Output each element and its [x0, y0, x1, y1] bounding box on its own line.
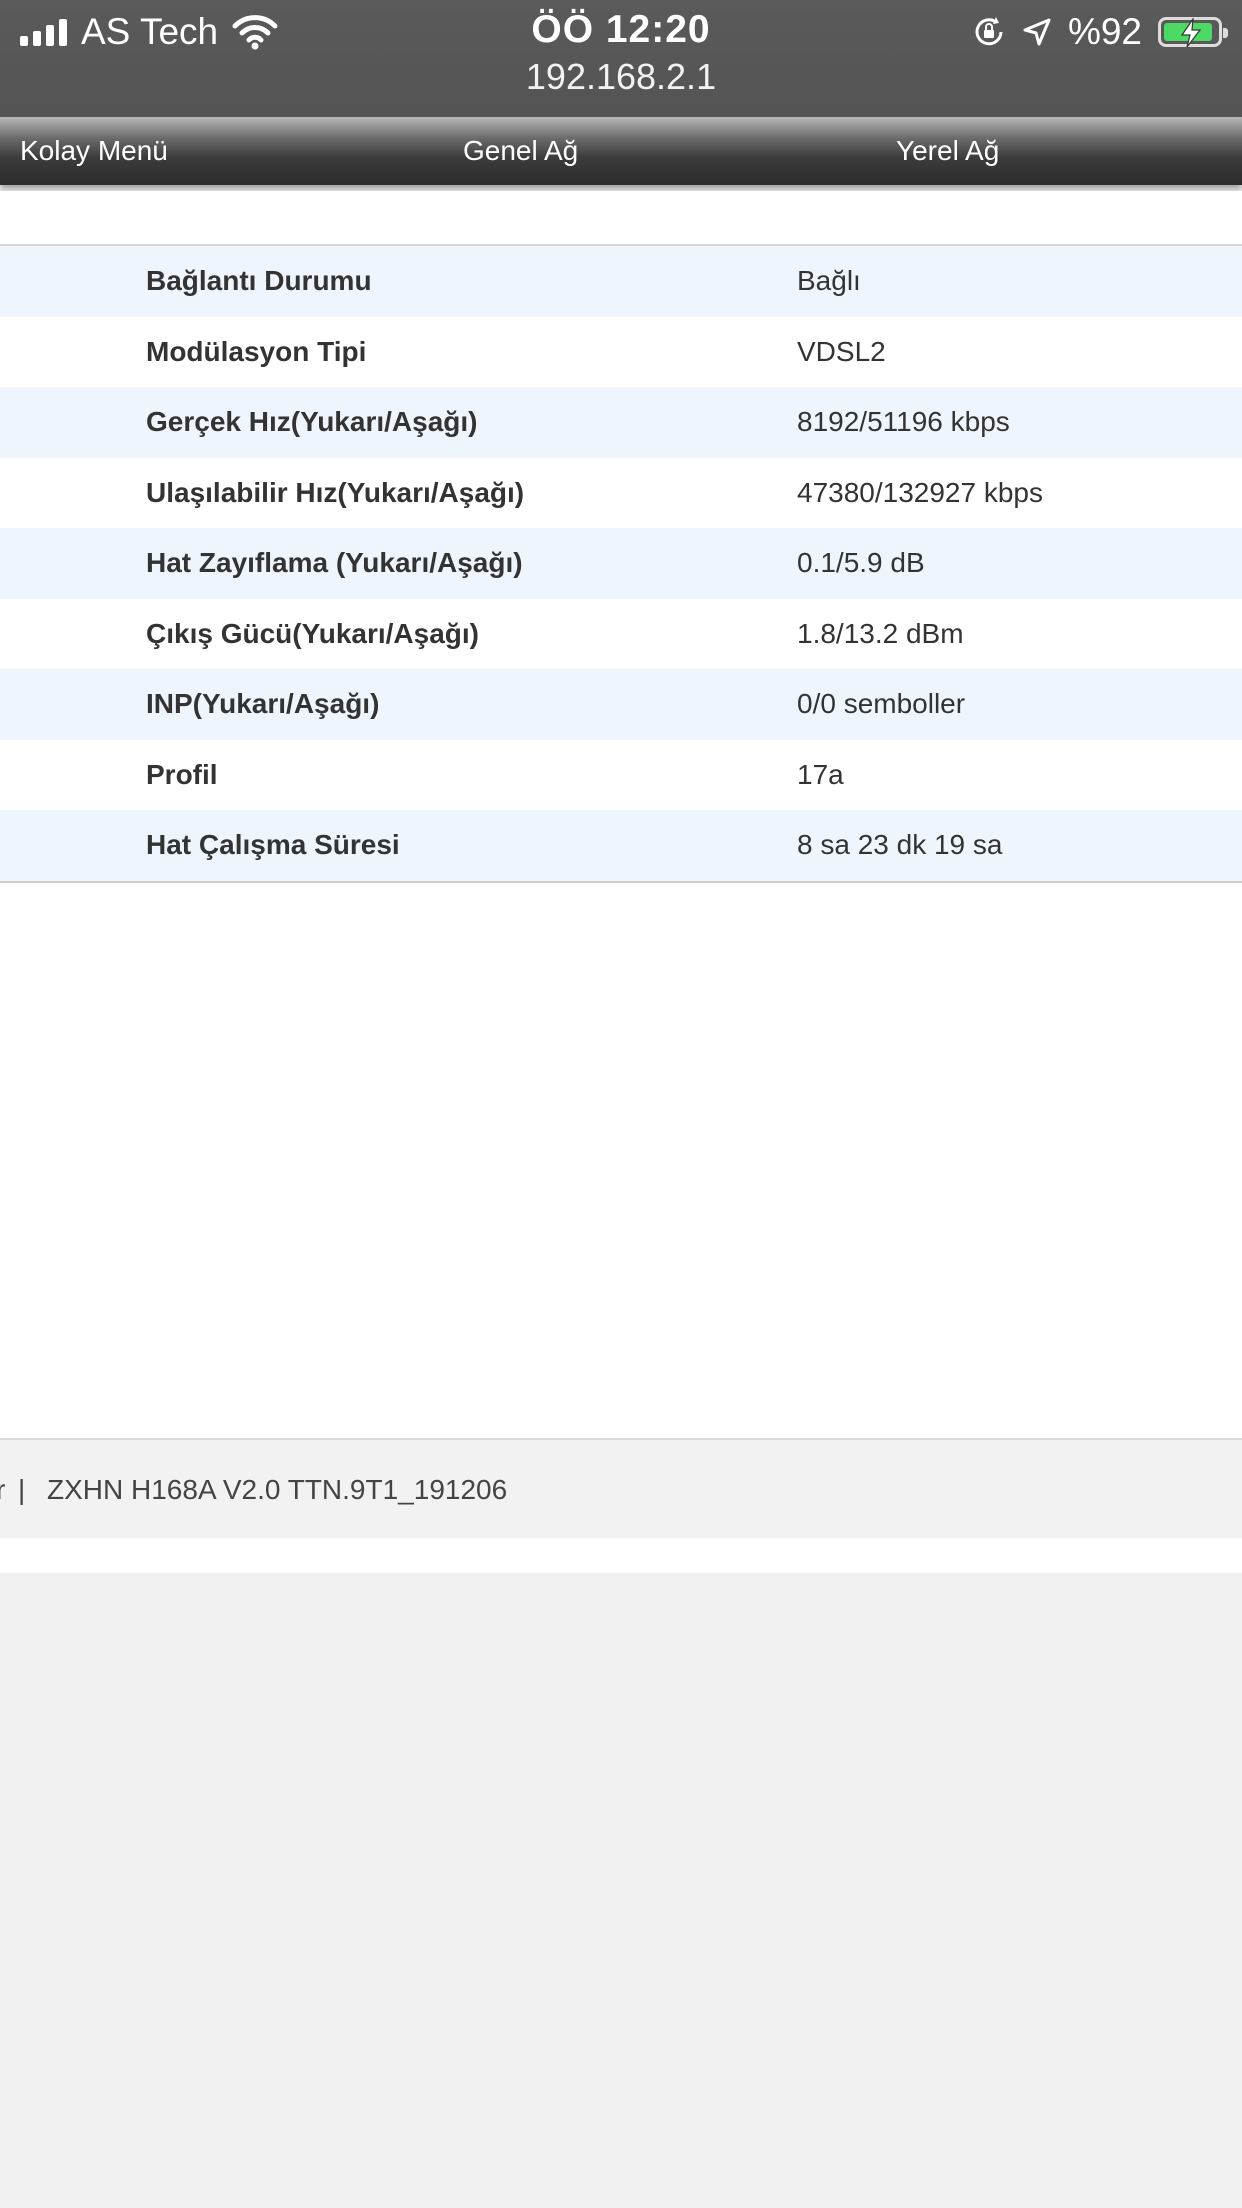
row-label: Bağlantı Durumu — [146, 265, 372, 296]
status-right: %92 — [972, 10, 1228, 54]
row-label: INP(Yukarı/Aşağı) — [146, 688, 380, 719]
nav-item-lan[interactable]: Yerel Ağ — [896, 135, 999, 167]
address-bar-url[interactable]: 192.168.2.1 — [0, 56, 1242, 98]
battery-percent: %92 — [1067, 11, 1142, 52]
row-label: Hat Çalışma Süresi — [146, 829, 400, 860]
row-value: 0/0 semboller — [797, 688, 966, 719]
page: AS Tech ÖÖ 12:20 %92 192.168.2.1 Kolay M… — [0, 0, 1242, 2208]
row-value: VDSL2 — [797, 335, 886, 367]
table-row: INP(Yukarı/Aşağı) 0/0 semboller — [0, 669, 1242, 740]
row-value: 0.1/5.9 dB — [797, 547, 925, 578]
table-row: Hat Zayıflama (Yukarı/Aşağı) 0.1/5.9 dB — [0, 528, 1242, 599]
firmware-version: ZXHN H168A V2.0 TTN.9T1_191206 — [47, 1474, 508, 1505]
battery-charging-icon — [1158, 17, 1228, 48]
row-value: 47380/132927 kbps — [797, 476, 1043, 508]
row-value: 17a — [797, 758, 844, 790]
nav-item-wan[interactable]: Genel Ağ — [463, 135, 578, 167]
table-row: Hat Çalışma Süresi 8 sa 23 dk 19 sa — [0, 810, 1242, 881]
row-value: 8 sa 23 dk 19 sa — [797, 829, 1003, 860]
location-icon — [1023, 18, 1051, 46]
table-row: Modülasyon Tipi VDSL2 — [0, 317, 1242, 388]
table-row: Ulaşılabilir Hız(Yukarı/Aşağı) 47380/132… — [0, 458, 1242, 529]
table-row: Gerçek Hız(Yukarı/Aşağı) 8192/51196 kbps — [0, 387, 1242, 458]
content-panel: Bağlantı Durumu Bağlı Modülasyon Tipi VD… — [0, 191, 1242, 1439]
footer-spacer — [0, 1538, 1242, 1573]
row-label: Ulaşılabilir Hız(Yukarı/Aşağı) — [146, 476, 525, 508]
nav-item-easy-menu[interactable]: Kolay Menü — [20, 135, 168, 167]
row-value: 1.8/13.2 dBm — [797, 617, 964, 649]
table-row: Çıkış Gücü(Yukarı/Aşağı) 1.8/13.2 dBm — [0, 599, 1242, 670]
row-label: Çıkış Gücü(Yukarı/Aşağı) — [146, 617, 479, 649]
row-value: 8192/51196 kbps — [797, 406, 1010, 437]
row-label: Hat Zayıflama (Yukarı/Aşağı) — [146, 547, 523, 578]
dsl-status-table: Bağlantı Durumu Bağlı Modülasyon Tipi VD… — [0, 244, 1242, 883]
table-row: Profil 17a — [0, 740, 1242, 811]
orientation-lock-icon — [975, 17, 1003, 46]
footer: r | ZXHN H168A V2.0 TTN.9T1_191206 — [0, 1438, 1242, 1540]
footer-edge-mark: r — [0, 1474, 6, 1505]
status-bar: AS Tech ÖÖ 12:20 %92 192.168.2.1 — [0, 0, 1242, 117]
row-label: Modülasyon Tipi — [146, 335, 367, 367]
top-nav: Kolay Menü Genel Ağ Yerel Ağ — [0, 117, 1242, 185]
row-label: Profil — [146, 758, 218, 790]
table-row: Bağlantı Durumu Bağlı — [0, 246, 1242, 317]
row-label: Gerçek Hız(Yukarı/Aşağı) — [146, 406, 478, 437]
footer-separator: | — [18, 1474, 26, 1505]
row-value: Bağlı — [797, 265, 861, 296]
